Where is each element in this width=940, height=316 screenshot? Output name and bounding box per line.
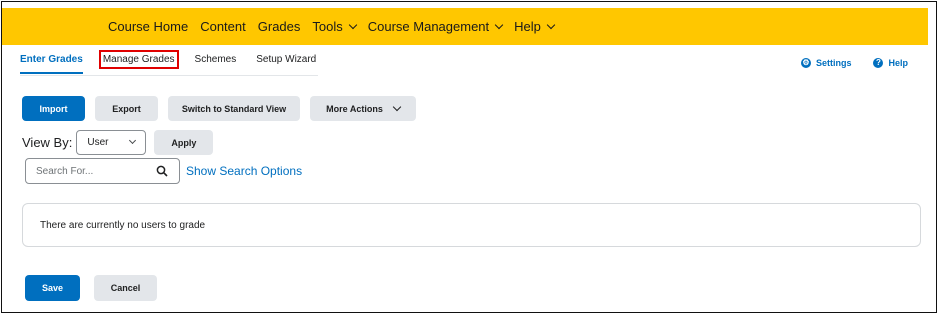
page-frame: Course Home Content Grades Tools Course … — [1, 1, 937, 313]
more-actions-label: More Actions — [326, 103, 383, 114]
grades-tabs: Enter Grades Manage Grades Schemes Setup… — [20, 50, 336, 75]
view-by-value: User — [87, 137, 109, 148]
search-box — [25, 158, 180, 184]
settings-label: Settings — [815, 58, 852, 68]
import-button[interactable]: Import — [22, 96, 85, 121]
course-nav: Course Home Content Grades Tools Course … — [108, 8, 556, 45]
action-buttons: Import Export Switch to Standard View Mo… — [22, 96, 416, 121]
nav-grades[interactable]: Grades — [258, 19, 301, 34]
help-circle-icon: ? — [873, 58, 884, 68]
nav-content[interactable]: Content — [200, 19, 246, 34]
tabs-divider — [20, 75, 318, 76]
search-input[interactable] — [34, 164, 156, 178]
nav-course-home-label: Course Home — [108, 19, 189, 34]
view-by-row: View By: User Apply — [22, 130, 214, 155]
course-navbar: Course Home Content Grades Tools Course … — [2, 8, 928, 45]
chevron-down-icon — [546, 20, 556, 29]
gear-icon: ⚙ — [800, 58, 811, 68]
tab-setup-wizard[interactable]: Setup Wizard — [256, 54, 316, 65]
form-buttons: Save Cancel — [25, 275, 157, 301]
nav-tools[interactable]: Tools — [312, 19, 357, 34]
save-button[interactable]: Save — [25, 275, 80, 301]
nav-grades-label: Grades — [257, 19, 301, 34]
settings-link[interactable]: ⚙ Settings — [800, 58, 852, 68]
nav-course-management-label: Course Management — [367, 19, 490, 34]
chevron-down-icon — [392, 102, 402, 111]
cancel-button[interactable]: Cancel — [94, 275, 157, 301]
switch-view-button[interactable]: Switch to Standard View — [168, 96, 300, 121]
show-search-options-link[interactable]: Show Search Options — [186, 164, 302, 178]
nav-help-label: Help — [514, 19, 541, 34]
view-by-label: View By: — [22, 135, 73, 150]
nav-help[interactable]: Help — [514, 19, 556, 34]
search-icon[interactable] — [156, 165, 168, 177]
chevron-down-icon — [348, 20, 357, 29]
page-tools: ⚙ Settings ? Help — [800, 58, 908, 68]
nav-course-management[interactable]: Course Management — [367, 19, 504, 34]
view-by-select[interactable]: User — [76, 130, 147, 155]
apply-button[interactable]: Apply — [154, 130, 214, 155]
nav-course-home[interactable]: Course Home — [108, 19, 188, 34]
help-link[interactable]: ? Help — [873, 58, 908, 68]
tab-enter-grades[interactable]: Enter Grades — [20, 54, 83, 74]
tab-manage-grades[interactable]: Manage Grades — [98, 50, 179, 69]
nav-tools-label: Tools — [312, 19, 343, 34]
nav-content-label: Content — [200, 19, 246, 34]
chevron-down-icon — [494, 20, 504, 29]
empty-state-message: There are currently no users to grade — [22, 203, 921, 247]
export-button[interactable]: Export — [95, 96, 158, 121]
empty-state-text: There are currently no users to grade — [40, 219, 206, 231]
chevron-down-icon — [129, 136, 137, 145]
help-label: Help — [888, 58, 908, 68]
more-actions-button[interactable]: More Actions — [310, 96, 416, 121]
tab-schemes[interactable]: Schemes — [195, 54, 237, 65]
